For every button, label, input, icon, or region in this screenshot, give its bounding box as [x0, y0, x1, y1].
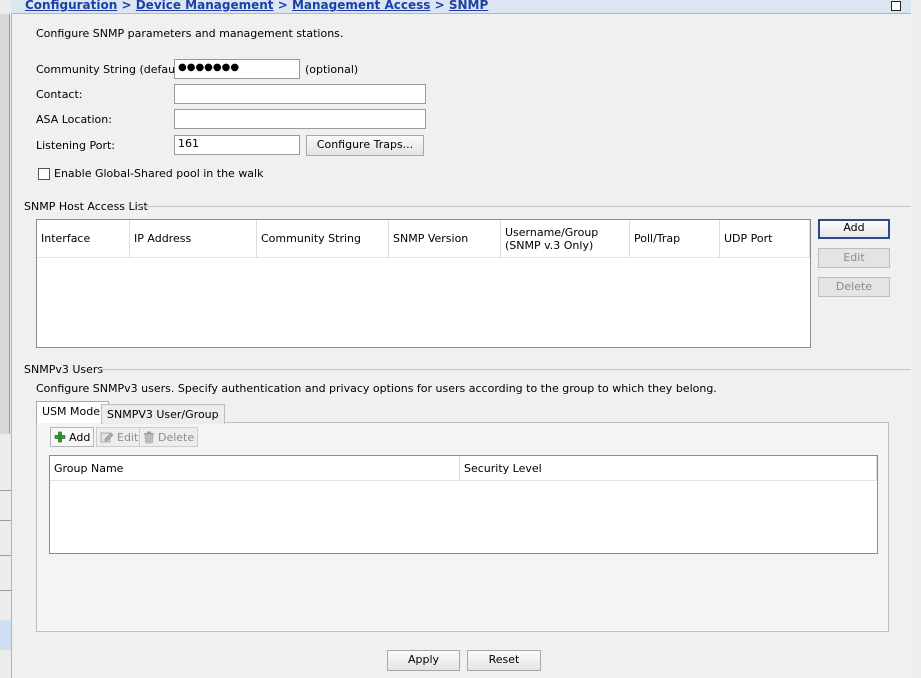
column-header-username-group[interactable]: Username/Group (SNMP v.3 Only): [501, 220, 630, 258]
column-header-community-string[interactable]: Community String: [257, 220, 389, 258]
contact-label: Contact:: [36, 88, 83, 101]
community-string-input[interactable]: ●●●●●●●: [174, 59, 300, 79]
sidebar-divider: [0, 520, 11, 521]
asa-location-label: ASA Location:: [36, 113, 112, 126]
configure-traps-button[interactable]: Configure Traps...: [306, 135, 424, 156]
reset-button[interactable]: Reset: [467, 650, 541, 671]
community-string-label: Community String (default):: [36, 63, 191, 76]
usm-group-table[interactable]: Group Name Security Level: [49, 455, 878, 554]
group-divider: [97, 369, 911, 370]
column-header-security-level[interactable]: Security Level: [460, 456, 877, 481]
breadcrumb-management-access[interactable]: Management Access: [292, 0, 430, 12]
sidebar-selected-item[interactable]: [0, 620, 11, 650]
host-delete-button[interactable]: Delete: [818, 277, 890, 297]
maximize-icon[interactable]: [891, 1, 901, 11]
listening-port-input[interactable]: 161: [174, 135, 300, 155]
column-header-poll-trap[interactable]: Poll/Trap: [630, 220, 720, 258]
host-access-table[interactable]: Interface IP Address Community String SN…: [36, 219, 811, 348]
page-description: Configure SNMP parameters and management…: [36, 27, 344, 40]
host-add-button[interactable]: Add: [818, 219, 890, 239]
host-edit-button[interactable]: Edit: [818, 248, 890, 268]
right-partial-panel: [911, 0, 921, 678]
breadcrumb: Configuration > Device Management > Mana…: [25, 0, 488, 12]
usm-edit-label: Edit: [117, 430, 139, 444]
tab-usm-model[interactable]: USM Model: [36, 401, 110, 423]
community-optional-hint: (optional): [305, 63, 359, 76]
usm-add-label: Add: [69, 430, 91, 444]
left-sidebar-scrollbar[interactable]: [0, 14, 10, 434]
usm-edit-button[interactable]: Edit: [96, 427, 143, 447]
global-shared-checkbox[interactable]: [38, 168, 50, 180]
snmpv3-description: Configure SNMPv3 users. Specify authenti…: [36, 382, 717, 395]
usm-add-button[interactable]: Add: [50, 427, 95, 447]
breadcrumb-configuration[interactable]: Configuration: [25, 0, 117, 12]
edit-icon: [100, 432, 114, 443]
column-header-udp-port[interactable]: UDP Port: [720, 220, 810, 258]
contact-input[interactable]: [174, 84, 426, 104]
add-icon: [54, 431, 66, 443]
tab-snmpv3-user-group[interactable]: SNMPV3 User/Group: [101, 404, 225, 424]
column-header-interface[interactable]: Interface: [37, 220, 130, 258]
column-header-snmp-version[interactable]: SNMP Version: [389, 220, 501, 258]
asa-location-input[interactable]: [174, 109, 426, 129]
group-divider: [137, 206, 911, 207]
breadcrumb-separator: >: [434, 0, 445, 12]
snmpv3-title: SNMPv3 Users: [24, 363, 104, 376]
global-shared-label: Enable Global-Shared pool in the walk: [54, 167, 264, 180]
sidebar-divider: [0, 555, 11, 556]
left-sidebar: [0, 0, 12, 678]
listening-port-label: Listening Port:: [36, 139, 115, 152]
breadcrumb-bar: Configuration > Device Management > Mana…: [11, 0, 911, 14]
apply-button[interactable]: Apply: [387, 650, 460, 671]
usm-delete-button[interactable]: Delete: [139, 427, 199, 447]
host-access-title: SNMP Host Access List: [24, 200, 148, 213]
usm-delete-label: Delete: [158, 430, 195, 444]
sidebar-divider: [0, 490, 11, 491]
column-header-group-name[interactable]: Group Name: [50, 456, 460, 481]
breadcrumb-separator: >: [121, 0, 132, 12]
trash-icon: [144, 431, 154, 443]
breadcrumb-device-management[interactable]: Device Management: [136, 0, 274, 12]
breadcrumb-snmp[interactable]: SNMP: [449, 0, 488, 12]
breadcrumb-separator: >: [277, 0, 288, 12]
column-header-ip-address[interactable]: IP Address: [130, 220, 257, 258]
sidebar-divider: [0, 590, 11, 591]
